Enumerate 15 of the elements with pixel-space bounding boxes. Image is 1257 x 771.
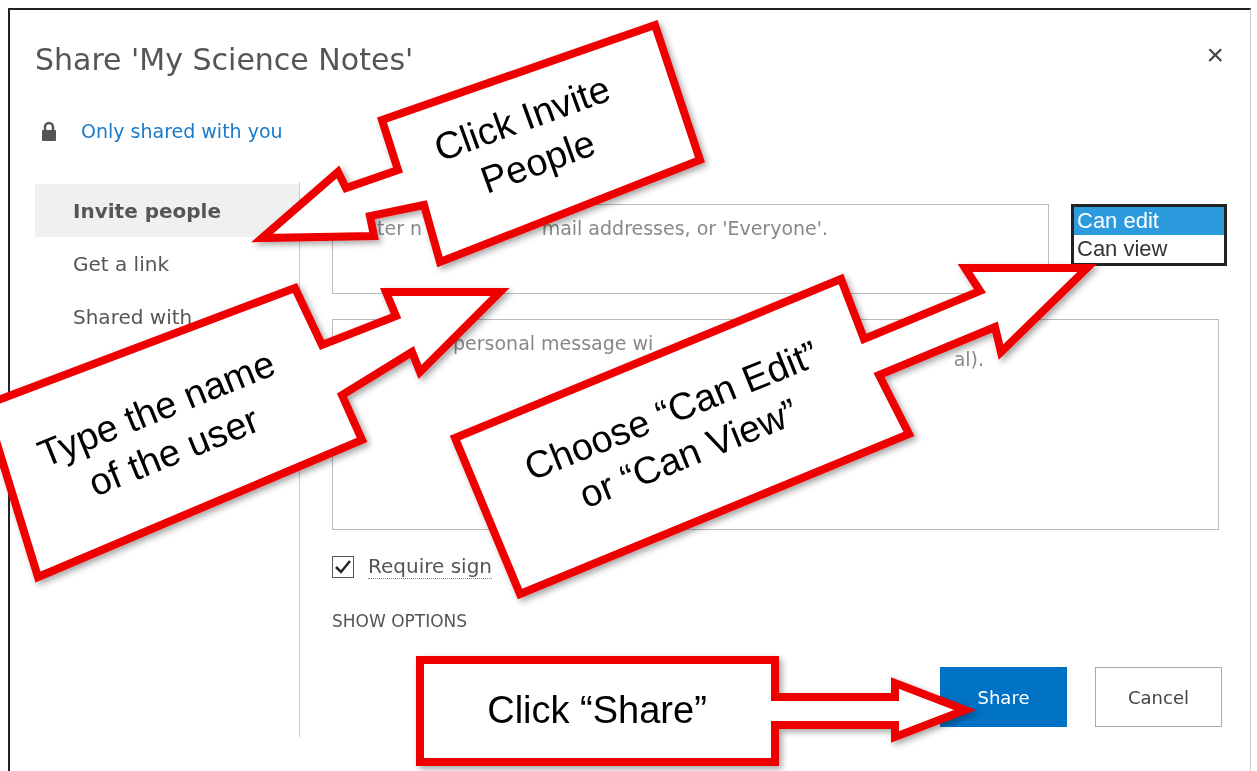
permission-list[interactable]: Can edit Can view <box>1071 204 1227 266</box>
dialog-title: Share 'My Science Notes' <box>35 41 414 79</box>
cancel-button[interactable]: Cancel <box>1095 667 1222 727</box>
callout-tooltip-text: Type the name of the user <box>31 341 282 507</box>
close-button[interactable]: × <box>1202 40 1228 70</box>
callout-tooltip-text: Click Invite People <box>427 66 617 204</box>
checkbox-label: Require sign <box>368 554 493 579</box>
callout-tooltip-text: Click “Share” <box>487 688 707 733</box>
sharing-status-link[interactable]: Only shared with you <box>81 120 283 142</box>
checkbox[interactable] <box>332 555 354 578</box>
show-options-link[interactable]: SHOW OPTIONS <box>332 611 468 631</box>
nav-item[interactable]: Invite people <box>35 184 299 237</box>
share-button[interactable]: Share <box>940 667 1067 727</box>
lock-icon <box>41 121 57 141</box>
nav-item[interactable]: Get a link <box>35 237 299 290</box>
